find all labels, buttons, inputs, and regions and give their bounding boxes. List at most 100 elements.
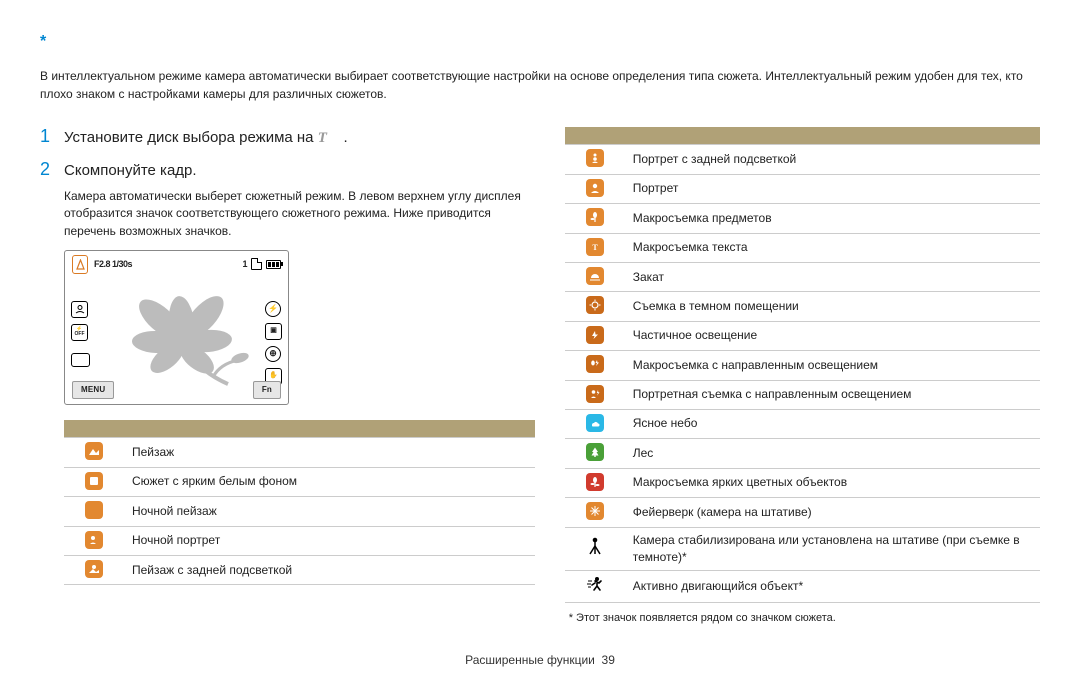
header-asterisk: * bbox=[40, 30, 1040, 53]
backlit-landscape-icon bbox=[85, 560, 103, 578]
fireworks-icon bbox=[586, 502, 604, 520]
footer-section: Расширенные функции bbox=[465, 653, 595, 667]
icon-label: Ночной портрет bbox=[124, 526, 535, 555]
white-bg-icon bbox=[85, 472, 103, 490]
backlit-portrait-icon bbox=[586, 149, 604, 167]
table-row: Макросъемка предметов bbox=[565, 204, 1040, 233]
table-row: T Макросъемка текста bbox=[565, 233, 1040, 262]
display-bottombar: MENU Fn bbox=[72, 381, 281, 399]
forest-icon bbox=[586, 443, 604, 461]
right-column: Портрет с задней подсветкой Портрет Макр… bbox=[565, 123, 1040, 627]
macro-objects-icon bbox=[586, 208, 604, 226]
table-row: Частичное освещение bbox=[565, 321, 1040, 350]
footnote: * Этот значок появляется рядом со значко… bbox=[569, 611, 1040, 627]
landscape-icon bbox=[85, 442, 103, 460]
right-icon-table: Портрет с задней подсветкой Портрет Макр… bbox=[565, 127, 1040, 603]
left-icon-table: Пейзаж Сюжет с ярким белым фоном Ночной … bbox=[64, 420, 535, 585]
table-row: Ясное небо bbox=[565, 409, 1040, 438]
dark-indoor-icon bbox=[586, 296, 604, 314]
clear-sky-icon bbox=[586, 414, 604, 432]
portrait-spotlight-icon bbox=[586, 385, 604, 403]
icon-label: Частичное освещение bbox=[625, 321, 1040, 350]
table-row: Макросъемка с направленным освещением bbox=[565, 351, 1040, 380]
icon-label: Ясное небо bbox=[625, 409, 1040, 438]
table-row: Закат bbox=[565, 263, 1040, 292]
exposure-text: F2.8 1/30s bbox=[94, 258, 132, 271]
table-row: Ночной пейзаж bbox=[64, 497, 535, 526]
icon-label: Активно двигающийся объект* bbox=[625, 571, 1040, 602]
table-row: Сюжет с ярким белым фоном bbox=[64, 467, 535, 496]
macro-spotlight-icon bbox=[586, 355, 604, 373]
display-top-right: 1 bbox=[242, 258, 281, 271]
step-2: 2 Скомпонуйте кадр. bbox=[40, 156, 535, 182]
main-columns: 1 Установите диск выбора режима на T . 2… bbox=[40, 123, 1040, 627]
step-1-text: Установите диск выбора режима на T . bbox=[64, 127, 348, 150]
zoom-icon: ⊕ bbox=[265, 346, 281, 362]
page-footer: Расширенные функции 39 bbox=[40, 652, 1040, 669]
flash-mode-icon: ⚡ bbox=[265, 301, 281, 317]
step-1-pre: Установите диск выбора режима на bbox=[64, 129, 318, 146]
table-row: Съемка в темном помещении bbox=[565, 292, 1040, 321]
table-row: Лес bbox=[565, 439, 1040, 468]
icon-label: Портрет с задней подсветкой bbox=[625, 145, 1040, 174]
icon-label: Фейерверк (камера на штативе) bbox=[625, 498, 1040, 527]
menu-button[interactable]: MENU bbox=[72, 381, 114, 399]
sunset-icon bbox=[586, 267, 604, 285]
table-row: Макросъемка ярких цветных объектов bbox=[565, 468, 1040, 497]
icon-label: Макросъемка предметов bbox=[625, 204, 1040, 233]
table-row: Камера стабилизирована или установлена н… bbox=[565, 527, 1040, 571]
face-detect-icon bbox=[71, 301, 88, 318]
mode-indicator-icon bbox=[72, 255, 88, 274]
display-toggle-icon: ▣ bbox=[265, 323, 282, 340]
icon-label: Съемка в темном помещении bbox=[625, 292, 1040, 321]
display-right-icons: ⚡ ▣ ⊕ ✋ bbox=[265, 301, 282, 385]
table-row: Фейерверк (камера на штативе) bbox=[565, 498, 1040, 527]
mode-dial-icon: T bbox=[318, 128, 327, 150]
icon-label: Макросъемка с направленным освещением bbox=[625, 351, 1040, 380]
svg-text:T: T bbox=[592, 243, 598, 252]
table-row: Портрет bbox=[565, 174, 1040, 203]
icon-label: Макросъемка текста bbox=[625, 233, 1040, 262]
battery-icon bbox=[266, 260, 281, 269]
camera-display-wrap: F2.8 1/30s 1 ⚡OFF ⚡ ▣ ⊕ bbox=[64, 250, 535, 405]
flower-graphic bbox=[120, 284, 250, 394]
flash-off-icon: ⚡OFF bbox=[71, 324, 88, 341]
night-portrait-icon bbox=[85, 531, 103, 549]
table-header-row bbox=[565, 127, 1040, 145]
table-row: Портретная съемка с направленным освещен… bbox=[565, 380, 1040, 409]
macro-color-icon bbox=[586, 473, 604, 491]
camera-display: F2.8 1/30s 1 ⚡OFF ⚡ ▣ ⊕ bbox=[64, 250, 289, 405]
step-1: 1 Установите диск выбора режима на T . bbox=[40, 123, 535, 150]
table-row: Пейзаж с задней подсветкой bbox=[64, 556, 535, 585]
icon-label: Портрет bbox=[625, 174, 1040, 203]
icon-label: Портретная съемка с направленным освещен… bbox=[625, 380, 1040, 409]
icon-label: Ночной пейзаж bbox=[124, 497, 535, 526]
fn-button[interactable]: Fn bbox=[253, 381, 281, 399]
icon-label: Пейзаж bbox=[124, 438, 535, 467]
display-left-icons: ⚡OFF bbox=[71, 301, 88, 341]
table-row: Ночной портрет bbox=[64, 526, 535, 555]
table-row: Активно двигающийся объект* bbox=[565, 571, 1040, 602]
off-text: OFF bbox=[75, 332, 85, 337]
intro-paragraph: В интеллектуальном режиме камера автомат… bbox=[40, 68, 1040, 103]
table-row: Пейзаж bbox=[64, 438, 535, 467]
icon-label: Макросъемка ярких цветных объектов bbox=[625, 468, 1040, 497]
shot-count: 1 bbox=[242, 258, 247, 271]
step-2-text: Скомпонуйте кадр. bbox=[64, 160, 197, 182]
icon-label: Сюжет с ярким белым фоном bbox=[124, 467, 535, 496]
substep-text: Камера автоматически выберет сюжетный ре… bbox=[64, 188, 535, 240]
step-1-number: 1 bbox=[40, 123, 54, 149]
display-top-left: F2.8 1/30s bbox=[72, 255, 132, 274]
macro-text-icon: T bbox=[586, 238, 604, 256]
sdcard-icon bbox=[251, 258, 262, 270]
display-extra-icon bbox=[71, 353, 90, 367]
icon-label: Камера стабилизирована или установлена н… bbox=[625, 527, 1040, 571]
icon-label: Пейзаж с задней подсветкой bbox=[124, 556, 535, 585]
partial-light-icon bbox=[586, 326, 604, 344]
left-column: 1 Установите диск выбора режима на T . 2… bbox=[40, 123, 535, 627]
step-1-post: . bbox=[344, 129, 348, 146]
table-row: Портрет с задней подсветкой bbox=[565, 145, 1040, 174]
table-header-row bbox=[64, 420, 535, 438]
icon-label: Закат bbox=[625, 263, 1040, 292]
tripod-icon bbox=[586, 537, 604, 555]
